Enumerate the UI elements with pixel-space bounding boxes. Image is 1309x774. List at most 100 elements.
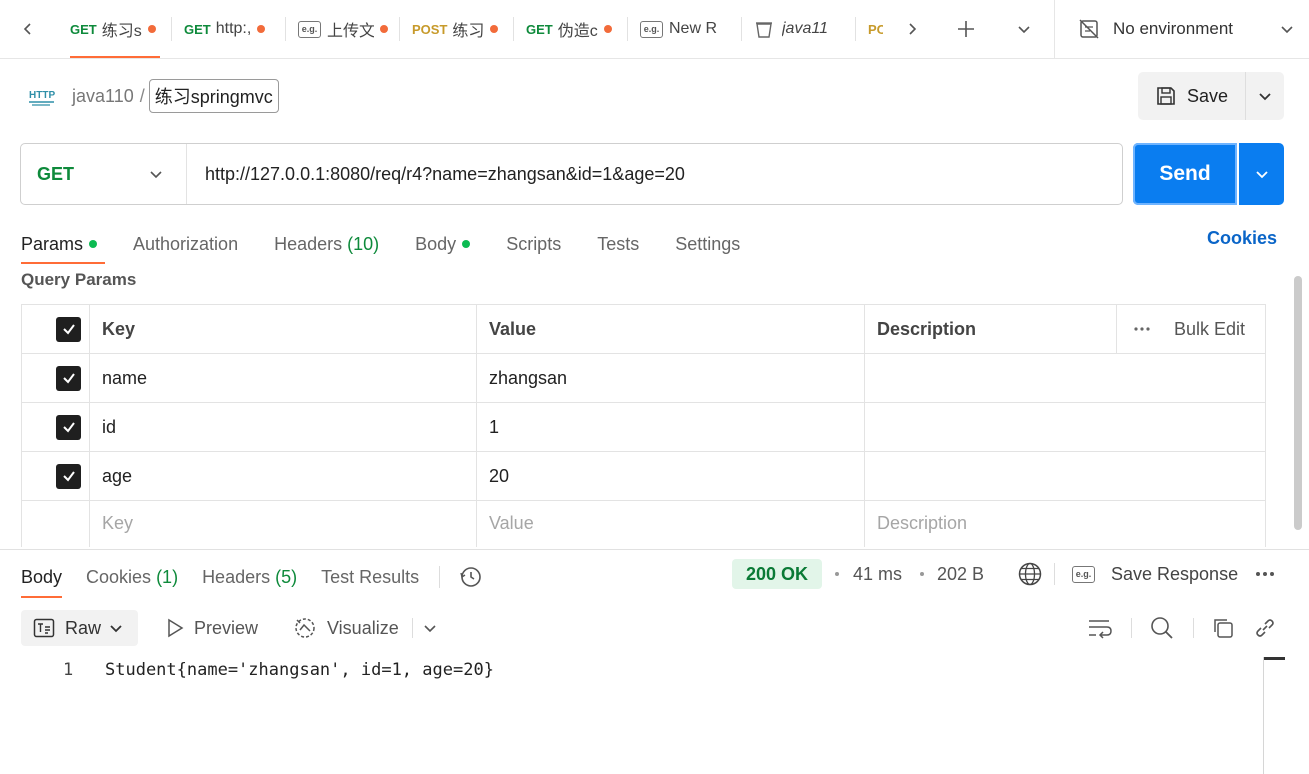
visualize-button[interactable]: Visualize xyxy=(293,610,399,646)
chevron-right-icon[interactable] xyxy=(884,0,940,58)
line-number: 1 xyxy=(63,660,74,680)
row-checkbox[interactable] xyxy=(56,414,81,440)
tab-label: Test Results xyxy=(321,566,420,587)
key-column-header: Key xyxy=(89,304,477,354)
save-response-button[interactable]: e.g. Save Response xyxy=(1072,560,1238,588)
tab-request-4[interactable]: GET 伪造c xyxy=(514,0,628,58)
row-checkbox-cell xyxy=(21,451,90,501)
tab-label: Body xyxy=(415,233,457,254)
param-description[interactable] xyxy=(864,451,1266,501)
response-size[interactable]: 202 B xyxy=(937,564,984,585)
history-icon[interactable] xyxy=(458,564,484,590)
new-param-description[interactable]: Description xyxy=(864,500,1266,547)
response-body-line: Student{name='zhangsan', id=1, age=20} xyxy=(105,660,494,680)
copy-icon[interactable] xyxy=(1211,616,1235,640)
param-key[interactable]: age xyxy=(89,451,477,501)
response-tab-body[interactable]: Body xyxy=(21,556,63,598)
url-input[interactable] xyxy=(187,144,1122,204)
more-options-icon[interactable] xyxy=(1254,564,1276,584)
param-value[interactable]: 1 xyxy=(476,402,865,452)
raw-format-select[interactable]: Raw xyxy=(21,610,138,646)
breadcrumb: HTTP java110 / 练习springmvc xyxy=(28,79,279,113)
tab-settings[interactable]: Settings xyxy=(675,224,740,264)
select-all-checkbox[interactable] xyxy=(56,316,81,342)
tab-collection[interactable]: java11 xyxy=(742,0,856,58)
response-tab-cookies[interactable]: Cookies (1) xyxy=(86,556,178,598)
tab-label: Tests xyxy=(597,233,640,254)
table-row: age 20 xyxy=(21,451,1266,501)
param-value[interactable]: zhangsan xyxy=(476,353,865,403)
row-checkbox[interactable] xyxy=(56,463,81,489)
chevron-left-icon[interactable] xyxy=(0,0,56,58)
response-divider[interactable] xyxy=(0,549,1309,550)
scrollbar[interactable] xyxy=(1294,276,1302,530)
response-tab-headers[interactable]: Headers (5) xyxy=(202,556,297,598)
tab-title: 上传文 xyxy=(327,23,374,40)
tab-example-2[interactable]: e.g. New R xyxy=(628,0,742,58)
tab-example-1[interactable]: e.g. 上传文 xyxy=(286,0,400,58)
link-icon[interactable] xyxy=(1253,616,1277,640)
response-time[interactable]: 41 ms xyxy=(853,564,902,585)
tab-label: Body xyxy=(21,566,63,587)
chevron-down-icon[interactable] xyxy=(422,610,438,646)
tab-request-1[interactable]: GET 练习s xyxy=(58,0,172,58)
tab-count: (10) xyxy=(347,233,380,254)
save-button[interactable]: Save xyxy=(1138,72,1246,120)
tab-label: Settings xyxy=(675,233,741,254)
more-options-icon[interactable] xyxy=(1133,326,1151,332)
tab-title: 练习s xyxy=(101,23,142,40)
query-params-table: Key Value Description Bulk Edit name zha… xyxy=(21,304,1266,547)
request-name[interactable]: 练习springmvc xyxy=(148,79,279,113)
param-description[interactable] xyxy=(864,402,1266,452)
response-tab-test-results[interactable]: Test Results xyxy=(321,556,419,598)
status-badge[interactable]: 200 OK xyxy=(732,559,822,589)
tab-count: (1) xyxy=(156,566,179,587)
param-key[interactable]: id xyxy=(89,402,477,452)
tab-headers[interactable]: Headers (10) xyxy=(274,224,379,264)
table-row: name zhangsan xyxy=(21,353,1266,403)
param-value[interactable]: 20 xyxy=(476,451,865,501)
send-options-chevron-icon[interactable] xyxy=(1239,143,1284,205)
tab-request-3[interactable]: POST 练习 xyxy=(400,0,514,58)
search-icon[interactable] xyxy=(1149,616,1175,640)
tab-tests[interactable]: Tests xyxy=(597,224,639,264)
tab-scripts[interactable]: Scripts xyxy=(506,224,561,264)
save-options-chevron-icon[interactable] xyxy=(1246,72,1284,120)
tab-authorization[interactable]: Authorization xyxy=(133,224,238,264)
row-checkbox[interactable] xyxy=(56,365,81,391)
has-content-dot xyxy=(462,240,471,248)
editor-scrollbar[interactable] xyxy=(1263,657,1285,774)
bulk-edit-link[interactable]: Bulk Edit xyxy=(1174,319,1245,340)
tab-request-5[interactable]: PO xyxy=(856,0,883,58)
cookies-link[interactable]: Cookies xyxy=(1207,228,1277,249)
tab-request-2[interactable]: GET http:, xyxy=(172,0,286,58)
new-param-value[interactable]: Value xyxy=(476,500,865,547)
preview-label: Preview xyxy=(194,617,259,638)
plus-icon[interactable] xyxy=(940,0,992,58)
method-select[interactable]: GET xyxy=(21,144,187,204)
row-checkbox-cell xyxy=(21,353,90,403)
tab-method: POST xyxy=(412,21,448,37)
chevron-down-icon[interactable] xyxy=(998,0,1050,58)
send-button[interactable]: Send xyxy=(1133,143,1237,205)
tab-params[interactable]: Params xyxy=(21,224,106,264)
globe-icon[interactable] xyxy=(1017,561,1043,587)
tab-label: Params xyxy=(21,233,84,254)
param-key[interactable]: name xyxy=(89,353,477,403)
new-param-key[interactable]: Key xyxy=(89,500,477,547)
environment-selector[interactable]: No environment xyxy=(1054,0,1309,58)
tab-method: GET xyxy=(70,21,97,37)
select-all-cell xyxy=(21,304,90,354)
chevron-down-icon xyxy=(109,621,123,635)
breadcrumb-collection[interactable]: java110 xyxy=(72,86,134,107)
wrap-lines-icon[interactable] xyxy=(1087,616,1113,640)
query-params-title: Query Params xyxy=(21,270,137,289)
row-checkbox-cell xyxy=(21,500,90,547)
preview-button[interactable]: Preview xyxy=(166,610,258,646)
chevron-down-icon xyxy=(148,166,164,182)
param-description[interactable] xyxy=(864,353,1266,403)
table-row-new: Key Value Description xyxy=(21,500,1266,547)
tab-body[interactable]: Body xyxy=(415,224,471,264)
play-icon xyxy=(166,618,184,638)
tab-method: PO xyxy=(868,21,883,37)
